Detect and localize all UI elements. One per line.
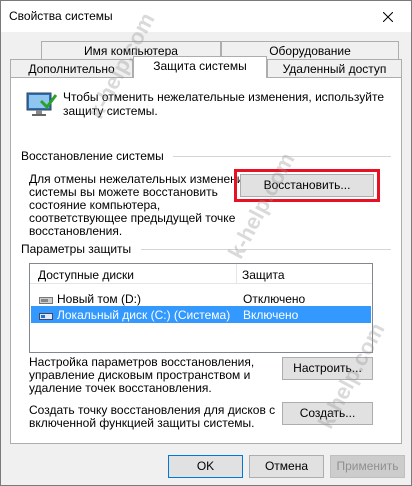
system-protection-icon [23,87,58,124]
drive-protection-status: Включено [243,308,299,322]
close-icon [383,11,393,22]
drive-name: Локальный диск (C:) (Система) [57,308,231,322]
intro-line-1: Чтобы отменить нежелательные изменения, … [63,90,385,104]
drives-list-header: Доступные диски Защита [30,264,372,284]
cancel-button[interactable]: Отмена [249,455,324,478]
column-header-protection[interactable]: Защита [242,268,285,282]
protection-section-header: Параметры защиты [21,242,132,256]
configure-button[interactable]: Настроить... [282,357,373,380]
restore-separator [173,156,391,157]
system-drive-icon [39,310,53,324]
drive-protection-status: Отключено [243,292,306,306]
apply-button[interactable]: Применить [330,455,405,478]
drive-row-c[interactable]: Локальный диск (C:) (Система) Включено [31,306,371,323]
create-desc-line-2: включенной функцией защиты системы. [29,416,255,430]
ok-button[interactable]: OK [168,455,243,478]
intro-line-2: защиту системы. [63,104,158,118]
close-button[interactable] [365,1,411,32]
drives-list[interactable]: Доступные диски Защита Новый том (D:) От… [29,263,373,353]
drive-name: Новый том (D:) [57,292,141,306]
tab-remote[interactable]: Удаленный доступ [267,59,402,78]
drive-row-d[interactable]: Новый том (D:) Отключено [31,290,371,307]
window-title: Свойства системы [9,9,113,23]
column-header-disks[interactable]: Доступные диски [38,268,134,282]
restore-button[interactable]: Восстановить... [240,174,374,197]
tab-advanced[interactable]: Дополнительно [10,59,133,78]
create-button[interactable]: Создать... [282,402,373,425]
title-bar: Свойства системы [1,1,411,32]
restore-desc-line-5: восстановления. [29,224,123,238]
restore-section-header: Восстановление системы [21,149,164,163]
tab-system-protection[interactable]: Защита системы [133,56,267,78]
protection-separator [141,249,391,250]
system-properties-window: Свойства системы Имя компьютера Оборудов… [0,0,412,486]
column-separator[interactable] [236,264,237,284]
configure-desc-line-3: удаление точек восстановления. [29,381,212,395]
